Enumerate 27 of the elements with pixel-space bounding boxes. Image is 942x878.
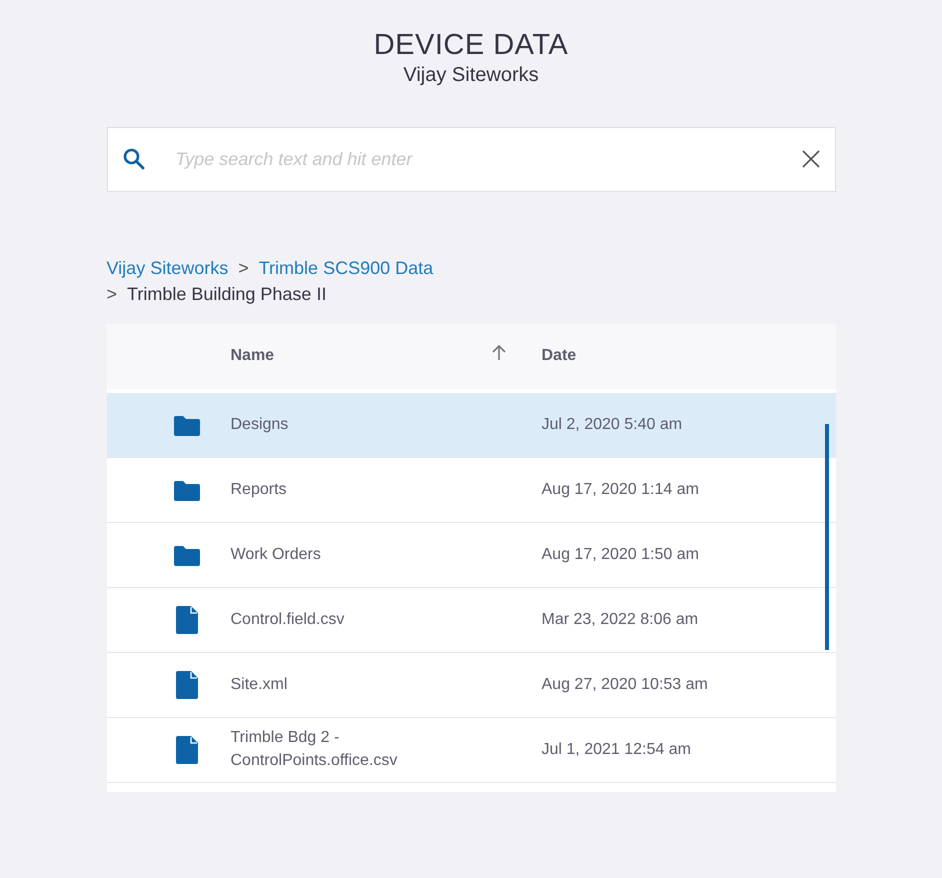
file-date: Jul 1, 2021 12:54 am [542, 740, 691, 758]
column-header[interactable]: Name [230, 344, 274, 368]
page-subtitle: Vijay Siteworks [402, 62, 540, 87]
breadcrumb-link[interactable]: Vijay Siteworks [106, 254, 228, 281]
file-name: Designs [230, 414, 288, 435]
scrollbar[interactable] [824, 424, 828, 650]
file-name: Trimble Bdg 2 - ControlPoints.office.csv [230, 728, 398, 771]
close-icon[interactable] [800, 149, 820, 170]
breadcrumb-current: Trimble Building Phase II [127, 282, 326, 306]
file-name: Work Orders [230, 544, 321, 565]
search-icon [122, 147, 146, 172]
file-name: Site.xml [230, 674, 288, 695]
file-date: Aug 17, 2020 1:14 am [542, 480, 699, 498]
file-date: Aug 17, 2020 1:50 am [542, 546, 699, 563]
breadcrumb-link[interactable]: Trimble SCS900 Data [258, 254, 434, 281]
search-bar[interactable]: Type search text and hit enter [106, 126, 836, 192]
breadcrumb-separator: > [238, 256, 249, 280]
file-date: Jul 2, 2020 5:40 am [542, 416, 682, 433]
table-row[interactable]: Designs Jul 2, 2020 5:40 am [106, 392, 836, 458]
file-date: Mar 23, 2022 8:06 am [542, 610, 698, 628]
page-title: DEVICE DATA [372, 28, 570, 63]
breadcrumb-separator: > [106, 282, 118, 306]
file-date: Aug 27, 2020 10:53 am [542, 676, 708, 693]
search-field[interactable]: Type search text and hit enter [174, 144, 800, 174]
file-name: Reports [230, 480, 287, 500]
column-header[interactable]: Date [542, 347, 576, 364]
file-name: Control.field.csv [230, 610, 344, 630]
